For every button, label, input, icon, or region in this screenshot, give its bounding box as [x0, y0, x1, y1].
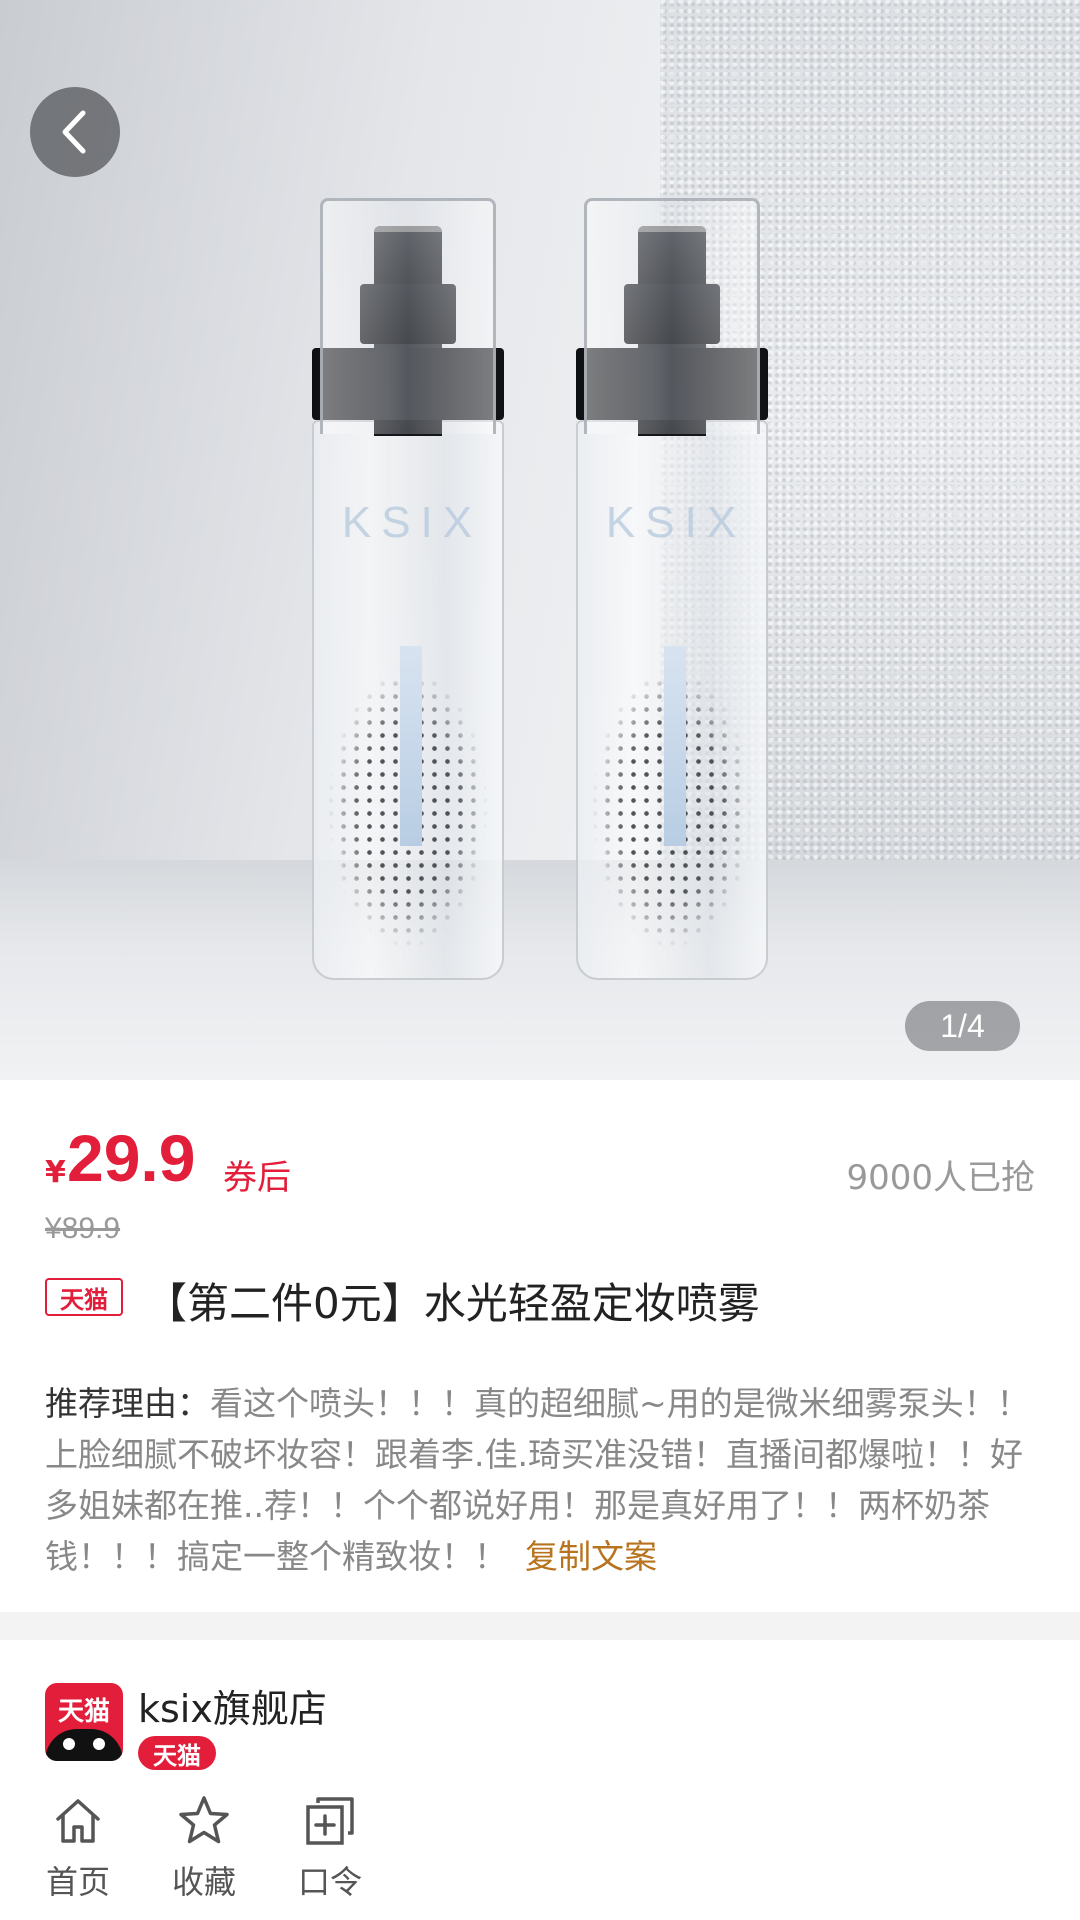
nav-home-label: 首页	[45, 1863, 110, 1901]
product-bottle-left: KSIX	[312, 198, 504, 988]
sold-count: 9000人已抢	[846, 1158, 1035, 1198]
nav-home[interactable]: 首页	[33, 1793, 123, 1903]
recommendation-text: 推荐理由：看这个喷头！！！真的超细腻~用的是微米细雾泵头！！上脸细腻不破坏妆容！…	[45, 1378, 1035, 1582]
section-divider	[0, 1612, 1080, 1640]
copy-text-button[interactable]: 复制文案	[525, 1537, 657, 1576]
product-title: 【第二件0元】水光轻盈定妆喷雾	[145, 1279, 760, 1328]
shop-tmall-badge: 天猫	[138, 1736, 216, 1770]
home-icon	[56, 1799, 100, 1843]
recommendation-label: 推荐理由：	[45, 1384, 210, 1423]
copy-plus-icon	[306, 1797, 354, 1845]
product-bottle-right: KSIX	[576, 198, 768, 988]
bottle-brand-text: KSIX	[341, 498, 483, 547]
shop-logo-text: 天猫	[57, 1697, 110, 1727]
back-button[interactable]	[30, 87, 120, 177]
nav-favorite[interactable]: 收藏	[159, 1793, 249, 1903]
nav-token[interactable]: 口令	[285, 1793, 375, 1903]
chevron-left-icon	[62, 110, 86, 154]
tmall-cat-icon	[45, 1729, 123, 1761]
product-image[interactable]: KSIX KSIX 1/4	[0, 0, 1080, 1080]
original-price: ¥89.9	[45, 1212, 121, 1245]
tmall-tag: 天猫	[45, 1278, 123, 1316]
price-row: ¥ 29.9 券后 9000人已抢	[45, 1120, 1035, 1200]
after-coupon-label: 券后	[223, 1158, 291, 1198]
image-page-indicator: 1/4	[905, 1001, 1020, 1051]
nav-favorite-label: 收藏	[171, 1863, 236, 1901]
shop-logo[interactable]: 天猫	[45, 1683, 123, 1761]
bottle-brand-text: KSIX	[605, 498, 747, 547]
currency-symbol: ¥	[45, 1155, 66, 1190]
shop-name[interactable]: ksix旗舰店	[138, 1678, 327, 1733]
coupon-price: 29.9	[67, 1121, 196, 1195]
nav-token-label: 口令	[297, 1863, 362, 1901]
star-icon	[179, 1796, 229, 1844]
product-title-row: 天猫 【第二件0元】水光轻盈定妆喷雾	[45, 1270, 1035, 1330]
